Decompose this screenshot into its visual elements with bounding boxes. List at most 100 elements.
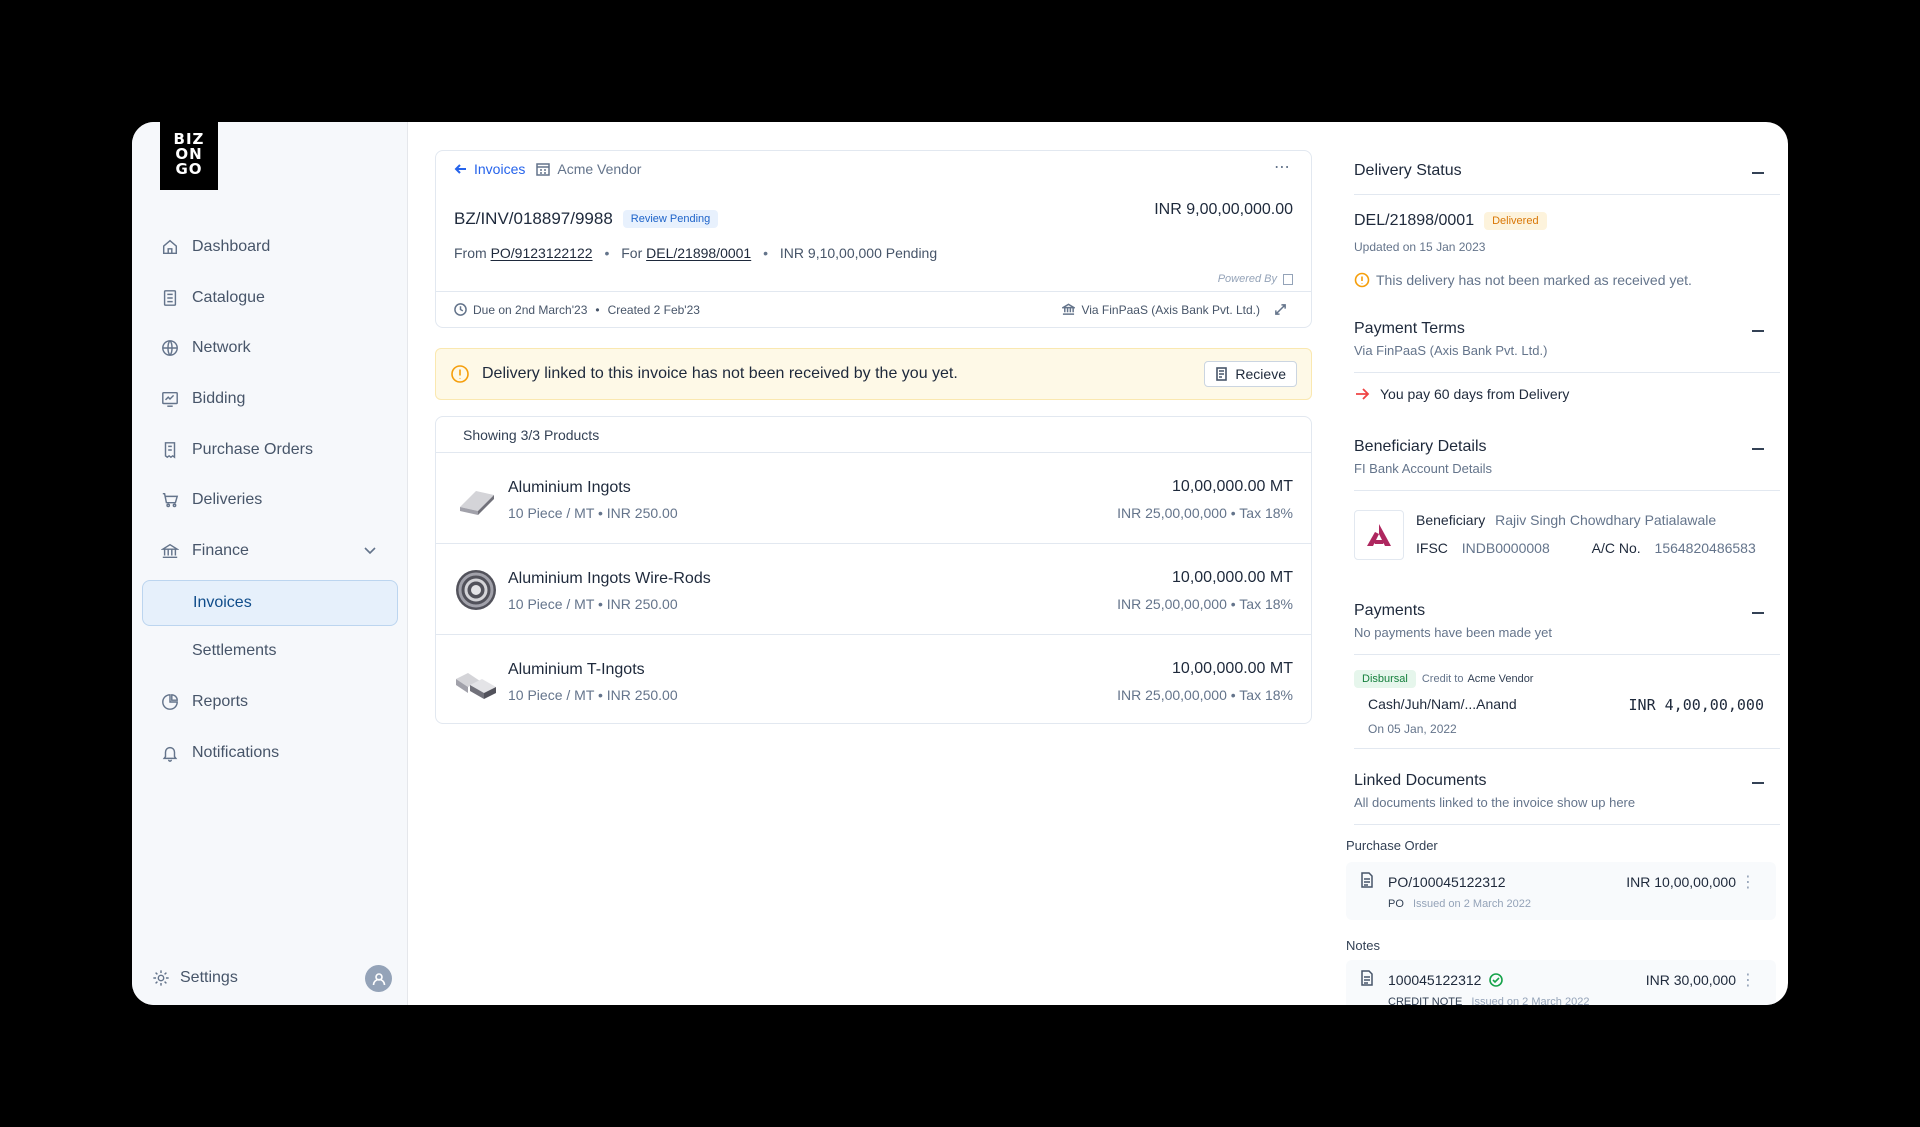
- collapse-icon[interactable]: [1752, 448, 1764, 450]
- payment-entry[interactable]: Disbursal Credit to Acme Vendor Cash/Juh…: [1354, 670, 1766, 740]
- account-number: 1564820486583: [1654, 540, 1756, 556]
- settings-link[interactable]: Settings: [180, 969, 238, 987]
- alert-message: Delivery linked to this invoice has not …: [482, 365, 958, 382]
- receipt-icon: [1216, 367, 1228, 381]
- more-vertical-icon[interactable]: ⋮: [1740, 970, 1756, 990]
- table-row[interactable]: Aluminium Ingots Wire-Rods 10 Piece / MT…: [436, 544, 1311, 635]
- payment-via: Via FinPaaS (Axis Bank Pvt. Ltd.): [1062, 303, 1293, 317]
- sidebar-item-invoices[interactable]: Invoices: [142, 580, 398, 627]
- more-options-icon[interactable]: ⋯: [1274, 157, 1291, 177]
- section-subtitle: Via FinPaaS (Axis Bank Pvt. Ltd.): [1354, 343, 1548, 358]
- sidebar-item-deliveries[interactable]: Deliveries: [142, 475, 398, 526]
- expand-icon[interactable]: [1274, 303, 1287, 316]
- divider: [1354, 748, 1780, 749]
- note-id: 100045122312: [1388, 972, 1482, 988]
- sidebar: BIZ ON GO Dashboard Catalogue Network Bi…: [132, 122, 408, 1005]
- note-type: CREDIT NOTE: [1388, 996, 1463, 1005]
- delivery-id[interactable]: DEL/21898/0001: [1354, 212, 1474, 230]
- sidebar-item-finance[interactable]: Finance: [142, 526, 398, 577]
- powered-by-logo-icon: [1283, 273, 1293, 285]
- axis-bank-logo: [1354, 510, 1404, 560]
- powered-by-label: Powered By: [1217, 273, 1277, 285]
- back-link[interactable]: Invoices: [454, 161, 525, 177]
- invoice-amount: INR 9,00,00,000.00: [1154, 201, 1293, 218]
- collapse-icon[interactable]: [1752, 330, 1764, 332]
- cart-icon: [160, 490, 180, 510]
- linked-note-card[interactable]: 100045122312 CREDIT NOTE Issued on 2 Mar…: [1346, 960, 1776, 1005]
- section-title: Payment Terms: [1354, 320, 1465, 337]
- note-issued: Issued on 2 March 2022: [1471, 996, 1590, 1005]
- from-label: From: [454, 245, 487, 261]
- receive-button-label: Recieve: [1235, 366, 1286, 382]
- linked-po-card[interactable]: PO/100045122312 PO Issued on 2 March 202…: [1346, 862, 1776, 920]
- beneficiary-section: Beneficiary Details FI Bank Account Deta…: [1354, 438, 1784, 476]
- separator-dot: •: [595, 302, 600, 317]
- payment-date: On 05 Jan, 2022: [1368, 722, 1457, 736]
- status-badge: Delivered: [1484, 212, 1547, 230]
- note-amount: INR 30,00,000: [1645, 972, 1736, 988]
- collapse-icon[interactable]: [1752, 172, 1764, 174]
- avatar[interactable]: [365, 965, 392, 992]
- sidebar-item-purchase-orders[interactable]: Purchase Orders: [142, 424, 398, 475]
- purchase-order-icon: [160, 440, 180, 460]
- gear-icon[interactable]: [152, 969, 170, 987]
- sidebar-item-bidding[interactable]: Bidding: [142, 374, 398, 425]
- payments-section: Payments No payments have been made yet: [1354, 602, 1784, 640]
- divider: [1354, 654, 1780, 655]
- sidebar-item-notifications[interactable]: Notifications: [142, 727, 398, 778]
- app-window: BIZ ON GO Dashboard Catalogue Network Bi…: [132, 122, 1788, 1005]
- sidebar-item-network[interactable]: Network: [142, 323, 398, 374]
- po-meta: PO Issued on 2 March 2022: [1388, 898, 1531, 910]
- table-row[interactable]: Aluminium Ingots 10 Piece / MT • INR 250…: [436, 453, 1311, 544]
- sidebar-item-label: Reports: [192, 693, 249, 711]
- sidebar-item-catalogue[interactable]: Catalogue: [142, 273, 398, 324]
- sidebar-item-reports[interactable]: Reports: [142, 677, 398, 728]
- store-icon: [536, 163, 551, 176]
- payment-amount: INR 4,00,00,000: [1628, 696, 1764, 714]
- collapse-icon[interactable]: [1752, 612, 1764, 614]
- sidebar-item-label: Finance: [192, 541, 249, 559]
- invoice-header-card: Invoices Acme Vendor ⋯ BZ/INV/018897/998…: [435, 150, 1312, 328]
- payment-reference: Cash/Juh/Nam/...Anand: [1368, 696, 1517, 712]
- sidebar-item-label: Settlements: [192, 642, 277, 660]
- table-row[interactable]: Aluminium T-Ingots 10 Piece / MT • INR 2…: [436, 635, 1311, 726]
- section-title: Linked Documents: [1354, 772, 1487, 789]
- sidebar-item-settlements[interactable]: Settlements: [142, 626, 398, 677]
- sidebar-item-dashboard[interactable]: Dashboard: [142, 222, 398, 273]
- invoice-meta: From PO/9123122122 • For DEL/21898/0001 …: [454, 245, 937, 261]
- warning-icon: [451, 365, 469, 383]
- main-content: Invoices Acme Vendor ⋯ BZ/INV/018897/998…: [408, 122, 1336, 1005]
- sidebar-item-label: Deliveries: [192, 491, 263, 509]
- globe-icon: [160, 338, 180, 358]
- bank-icon: [1062, 303, 1076, 315]
- ingot-image: [460, 491, 494, 515]
- warning-icon: [1354, 272, 1370, 288]
- product-quantity: 10,00,000.00 MT: [1172, 478, 1293, 495]
- pie-chart-icon: [160, 692, 180, 712]
- sidebar-item-label: Dashboard: [192, 238, 271, 256]
- divider: [1354, 194, 1780, 195]
- receive-button[interactable]: Recieve: [1204, 361, 1297, 387]
- collapse-icon[interactable]: [1752, 782, 1764, 784]
- chevron-down-icon[interactable]: [362, 542, 378, 563]
- catalogue-icon: [160, 288, 180, 308]
- beneficiary-account-row: IFSC INDB0000008 A/C No. 1564820486583: [1416, 540, 1756, 556]
- sidebar-item-label: Purchase Orders: [192, 440, 313, 458]
- delivery-status-section: Delivery Status: [1354, 162, 1784, 180]
- beneficiary-label: Beneficiary: [1416, 512, 1486, 528]
- product-name: Aluminium Ingots Wire-Rods: [508, 570, 711, 587]
- delivery-alert: Delivery linked to this invoice has not …: [435, 348, 1312, 400]
- separator-dot: •: [604, 245, 610, 261]
- delivery-link[interactable]: DEL/21898/0001: [646, 245, 751, 261]
- bizongo-logo[interactable]: BIZ ON GO: [160, 122, 218, 190]
- beneficiary-name: Rajiv Singh Chowdhary Patialawale: [1495, 512, 1717, 528]
- breadcrumb-invoices: Invoices: [474, 161, 526, 177]
- credit-to: Acme Vendor: [1467, 673, 1534, 685]
- breadcrumb-vendor[interactable]: Acme Vendor: [535, 161, 641, 177]
- created-date: Created 2 Feb'23: [607, 302, 700, 317]
- po-link[interactable]: PO/9123122122: [491, 245, 593, 261]
- ifsc-code: INDB0000008: [1461, 540, 1550, 556]
- section-subtitle: No payments have been made yet: [1354, 625, 1553, 640]
- product-total: INR 25,00,00,000 • Tax 18%: [1117, 596, 1293, 612]
- more-vertical-icon[interactable]: ⋮: [1740, 872, 1756, 892]
